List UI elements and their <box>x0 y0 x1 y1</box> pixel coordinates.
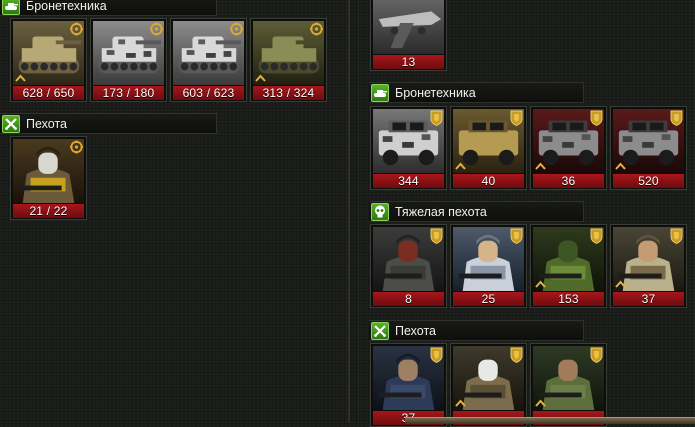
unit-card[interactable]: 8 <box>370 224 447 308</box>
tank-icon <box>2 0 20 15</box>
rank-shield-icon <box>590 347 603 363</box>
unit-card[interactable]: 36 <box>530 106 607 190</box>
rank-chevron-icon <box>15 74 26 82</box>
unit-grid: 13 <box>370 0 447 71</box>
rank-chevron-icon <box>535 280 546 288</box>
rank-shield-icon <box>430 228 443 244</box>
right-section-heavy-infantry: Тяжелая пехота 8 25 153 37 <box>361 201 695 311</box>
unit-card[interactable]: 344 <box>370 106 447 190</box>
rank-gear-icon <box>310 22 323 36</box>
left-section-infantry: Пехота 21 / 22 <box>0 112 345 227</box>
section-title: Тяжелая пехота <box>395 204 487 219</box>
rank-chevron-icon <box>535 162 546 170</box>
unit-card[interactable]: 603 / 623 <box>170 18 247 102</box>
unit-grid: 628 / 650 173 / 180 603 / 623 313 / 324 <box>10 18 327 102</box>
unit-card[interactable]: 21 / 22 <box>10 136 87 220</box>
unit-card[interactable]: 37 <box>370 343 447 427</box>
rank-shield-icon <box>430 110 443 126</box>
unit-card[interactable]: 520 <box>610 106 687 190</box>
unit-card[interactable]: 628 / 650 <box>10 18 87 102</box>
right-section-infantry: Пехота 37 <box>361 320 695 427</box>
unit-count: 628 / 650 <box>13 86 84 100</box>
rank-gear-icon <box>230 22 243 36</box>
rank-shield-icon <box>510 110 523 126</box>
rank-chevron-icon <box>615 162 626 170</box>
section-header: Бронетехника <box>369 82 584 103</box>
rank-chevron-icon <box>615 280 626 288</box>
rank-shield-icon <box>510 347 523 363</box>
rank-chevron-icon <box>455 399 466 407</box>
left-section-armor: Бронетехника 628 / 650 173 / 180 603 / 6… <box>0 0 345 110</box>
section-title: Пехота <box>395 323 436 338</box>
rank-gear-icon <box>70 140 83 154</box>
unit-card[interactable]: 153 <box>530 224 607 308</box>
rank-gear-icon <box>70 22 83 36</box>
left-army-panel: Бронетехника 628 / 650 173 / 180 603 / 6… <box>0 0 345 423</box>
unit-grid: 344 40 36 520 <box>370 106 687 190</box>
section-title: Бронетехника <box>26 0 107 13</box>
rank-shield-icon <box>590 110 603 126</box>
panel-divider <box>347 0 351 423</box>
unit-card[interactable]: 40 <box>450 106 527 190</box>
section-header: Тяжелая пехота <box>369 201 584 222</box>
unit-card[interactable]: 173 / 180 <box>90 18 167 102</box>
rank-chevron-icon <box>455 162 466 170</box>
unit-portrait <box>373 0 444 54</box>
unit-grid: 21 / 22 <box>10 136 87 220</box>
right-army-panel: 13 Бронетехника 344 40 36 520 Тяжелая пе… <box>361 0 695 427</box>
rank-chevron-icon <box>535 399 546 407</box>
rank-shield-icon <box>430 347 443 363</box>
unit-card[interactable]: 37 <box>610 224 687 308</box>
unit-count: 313 / 324 <box>253 86 324 100</box>
unit-count: 8 <box>373 292 444 306</box>
unit-count: 40 <box>453 174 524 188</box>
crossed-swords-icon <box>371 321 389 340</box>
rank-chevron-icon <box>255 74 266 82</box>
rank-shield-icon <box>590 228 603 244</box>
section-title: Пехота <box>26 116 67 131</box>
panel-divider-inner <box>357 0 360 423</box>
unit-count: 153 <box>533 292 604 306</box>
unit-count: 25 <box>453 292 524 306</box>
section-header: Бронетехника <box>0 0 217 16</box>
unit-count: 37 <box>613 292 684 306</box>
unit-count: 520 <box>613 174 684 188</box>
unit-grid: 8 25 153 37 <box>370 224 687 308</box>
section-header: Пехота <box>369 320 584 341</box>
section-title: Бронетехника <box>395 85 476 100</box>
unit-card[interactable]: 25 <box>450 224 527 308</box>
skull-icon <box>371 202 389 221</box>
unit-count: 603 / 623 <box>173 86 244 100</box>
crossed-swords-icon <box>2 114 20 133</box>
rank-shield-icon <box>670 110 683 126</box>
unit-card[interactable] <box>450 343 527 427</box>
unit-count: 13 <box>373 55 444 69</box>
rank-shield-icon <box>670 228 683 244</box>
unit-grid: 37 <box>370 343 607 427</box>
unit-card[interactable]: 313 / 324 <box>250 18 327 102</box>
tank-icon <box>371 83 389 102</box>
rank-gear-icon <box>150 22 163 36</box>
section-header: Пехота <box>0 113 217 134</box>
unit-count: 36 <box>533 174 604 188</box>
unit-count: 21 / 22 <box>13 204 84 218</box>
right-section-armor: Бронетехника 344 40 36 520 <box>361 82 695 192</box>
unit-count: 344 <box>373 174 444 188</box>
rank-shield-icon <box>510 228 523 244</box>
unit-card[interactable]: 13 <box>370 0 447 71</box>
unit-card[interactable] <box>530 343 607 427</box>
unit-count: 173 / 180 <box>93 86 164 100</box>
